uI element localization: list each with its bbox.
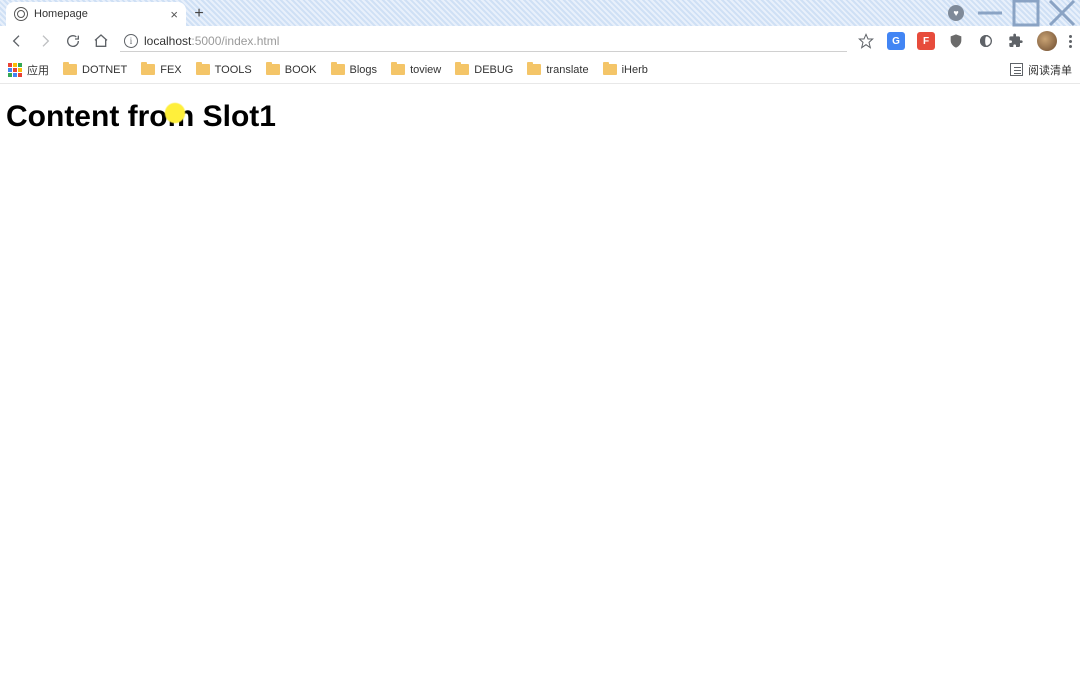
folder-icon bbox=[603, 64, 617, 75]
reload-button[interactable] bbox=[64, 32, 82, 50]
back-button[interactable] bbox=[8, 32, 26, 50]
bookmark-blogs[interactable]: Blogs bbox=[331, 64, 378, 76]
folder-icon bbox=[527, 64, 541, 75]
folder-icon bbox=[455, 64, 469, 75]
moon-extension-icon[interactable] bbox=[977, 32, 995, 50]
menu-button[interactable] bbox=[1069, 35, 1072, 48]
folder-icon bbox=[391, 64, 405, 75]
folder-icon bbox=[196, 64, 210, 75]
bookmark-book[interactable]: BOOK bbox=[266, 64, 317, 76]
folder-icon bbox=[331, 64, 345, 75]
star-icon[interactable] bbox=[857, 32, 875, 50]
page-content: Content from Slot1 bbox=[0, 84, 1080, 150]
apps-shortcut[interactable]: 应用 bbox=[8, 62, 49, 78]
extensions-icon[interactable] bbox=[1007, 32, 1025, 50]
home-button[interactable] bbox=[92, 32, 110, 50]
bookmarks-bar: 应用 DOTNET FEX TOOLS BOOK Blogs toview DE… bbox=[0, 56, 1080, 84]
heart-icon[interactable]: ♥ bbox=[948, 5, 964, 21]
tab-title: Homepage bbox=[34, 8, 164, 20]
window-controls: ♥ bbox=[948, 0, 1080, 26]
minimize-button[interactable] bbox=[972, 0, 1008, 26]
toolbar-right: G F bbox=[857, 31, 1072, 51]
shield-extension-icon[interactable] bbox=[947, 32, 965, 50]
bookmark-iherb[interactable]: iHerb bbox=[603, 64, 648, 76]
list-icon bbox=[1010, 63, 1023, 76]
bookmark-fex[interactable]: FEX bbox=[141, 64, 181, 76]
folder-icon bbox=[63, 64, 77, 75]
toolbar: i localhost:5000/index.html G F bbox=[0, 26, 1080, 56]
reading-list-button[interactable]: 阅读清单 bbox=[1010, 62, 1072, 78]
folder-icon bbox=[266, 64, 280, 75]
bookmark-toview[interactable]: toview bbox=[391, 64, 441, 76]
new-tab-button[interactable]: + bbox=[186, 2, 212, 26]
bookmark-dotnet[interactable]: DOTNET bbox=[63, 64, 127, 76]
maximize-button[interactable] bbox=[1008, 0, 1044, 26]
globe-icon bbox=[14, 7, 28, 21]
bookmark-tools[interactable]: TOOLS bbox=[196, 64, 252, 76]
folder-icon bbox=[141, 64, 155, 75]
browser-tab[interactable]: Homepage × bbox=[6, 2, 186, 26]
apps-icon bbox=[8, 63, 22, 77]
site-info-icon[interactable]: i bbox=[124, 34, 138, 48]
bookmark-debug[interactable]: DEBUG bbox=[455, 64, 513, 76]
bookmark-translate[interactable]: translate bbox=[527, 64, 588, 76]
forward-button[interactable] bbox=[36, 32, 54, 50]
translate-extension-icon[interactable]: G bbox=[887, 32, 905, 50]
close-tab-icon[interactable]: × bbox=[170, 7, 178, 22]
apps-label: 应用 bbox=[27, 62, 49, 78]
address-bar[interactable]: i localhost:5000/index.html bbox=[120, 30, 847, 52]
profile-avatar[interactable] bbox=[1037, 31, 1057, 51]
close-window-button[interactable] bbox=[1044, 0, 1080, 26]
page-heading: Content from Slot1 bbox=[6, 100, 276, 134]
title-bar: Homepage × + ♥ bbox=[0, 0, 1080, 26]
url-text: localhost:5000/index.html bbox=[144, 34, 279, 48]
fb-extension-icon[interactable]: F bbox=[917, 32, 935, 50]
